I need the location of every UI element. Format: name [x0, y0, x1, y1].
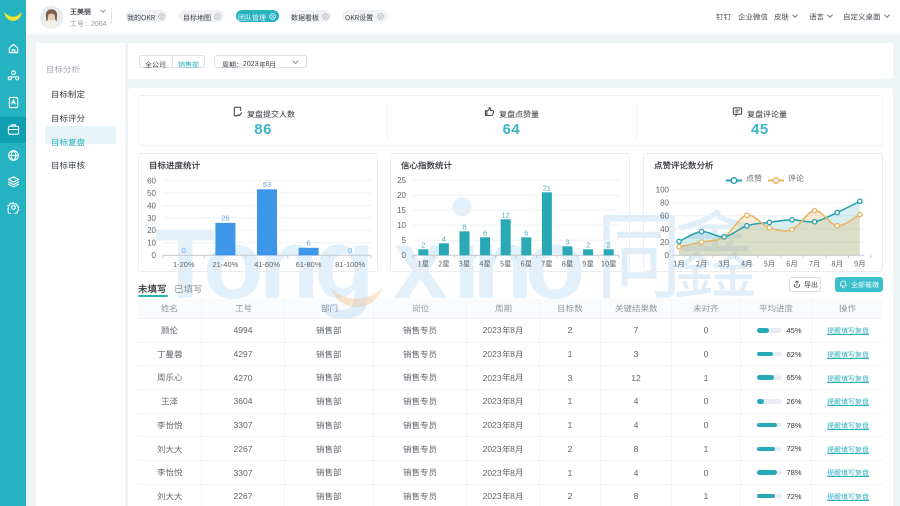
svg-text:30: 30 — [147, 214, 156, 223]
svg-text:40: 40 — [147, 201, 156, 210]
svg-text:26: 26 — [221, 213, 229, 222]
svg-text:2: 2 — [607, 240, 611, 249]
svg-text:20: 20 — [147, 226, 156, 235]
svg-text:25: 25 — [397, 176, 406, 185]
svg-text:20: 20 — [397, 191, 406, 200]
svg-text:21: 21 — [543, 183, 551, 192]
svg-text:8: 8 — [462, 222, 466, 231]
svg-text:80: 80 — [660, 199, 669, 208]
svg-text:61-80%: 61-80% — [296, 260, 322, 269]
svg-text:50: 50 — [147, 189, 156, 198]
svg-text:60: 60 — [147, 176, 156, 185]
svg-text:100: 100 — [655, 185, 669, 194]
svg-text:2: 2 — [586, 240, 590, 249]
svg-text:15: 15 — [397, 206, 406, 215]
svg-text:53: 53 — [263, 180, 271, 189]
svg-text:21-40%: 21-40% — [212, 260, 238, 269]
svg-text:0: 0 — [402, 251, 407, 260]
svg-text:81-100%: 81-100% — [335, 260, 365, 269]
svg-text:12: 12 — [502, 210, 510, 219]
svg-text:6: 6 — [524, 228, 528, 237]
svg-text:10: 10 — [397, 221, 406, 230]
svg-text:0: 0 — [664, 251, 669, 260]
svg-text:0: 0 — [348, 246, 352, 255]
svg-text:20: 20 — [660, 238, 669, 247]
svg-text:0: 0 — [152, 251, 157, 260]
svg-text:2: 2 — [421, 240, 425, 249]
svg-text:0: 0 — [182, 246, 186, 255]
svg-text:5: 5 — [402, 236, 407, 245]
svg-text:41-60%: 41-60% — [254, 260, 280, 269]
svg-text:10: 10 — [147, 239, 156, 248]
svg-text:40: 40 — [660, 225, 669, 234]
svg-text:1-20%: 1-20% — [173, 260, 195, 269]
svg-text:60: 60 — [660, 212, 669, 221]
svg-text:6: 6 — [483, 228, 487, 237]
svg-text:4: 4 — [442, 234, 446, 243]
svg-text:6: 6 — [307, 238, 311, 247]
svg-text:3: 3 — [565, 237, 569, 246]
